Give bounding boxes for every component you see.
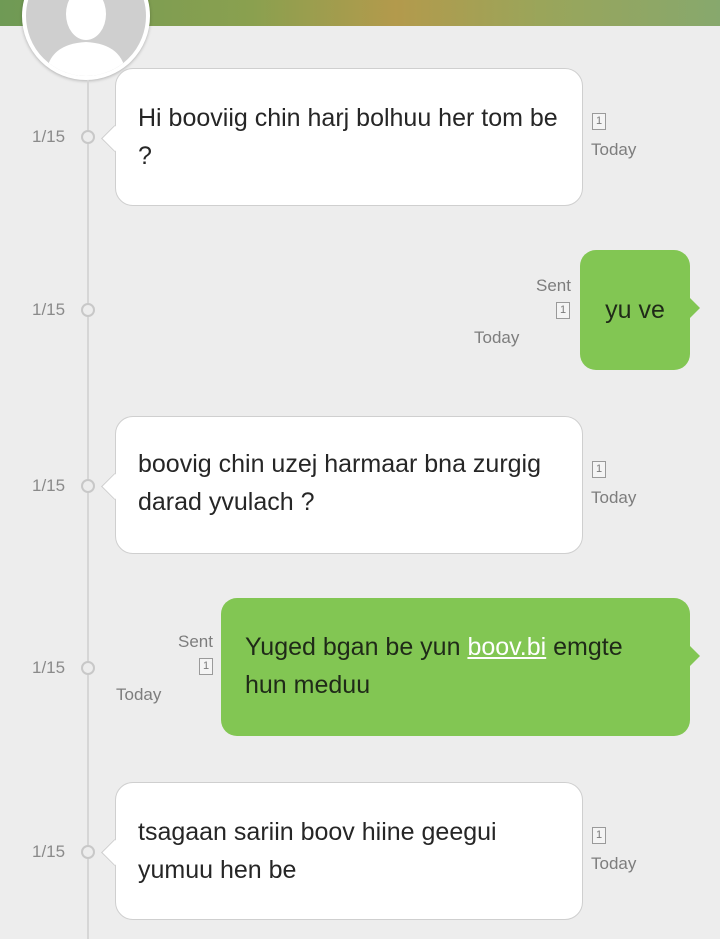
timeline-dot [81,479,95,493]
message-count-badge: 1 [592,827,606,844]
message-count-badge: 1 [592,461,606,478]
outgoing-message-bubble[interactable]: Yuged bgan be yun boov.bi emgte hun medu… [221,598,700,736]
sent-status: Sent [178,632,213,651]
message-count-badge: 1 [199,658,213,675]
message-text: yu ve [605,296,665,324]
message-date: 1/15 [32,658,66,677]
message-text: tsagaan sariin boov hiine geegui yumuu h… [138,818,497,884]
message-count-badge: 1 [556,302,570,319]
sent-status: Sent [536,276,571,295]
message-count-badge: 1 [592,113,606,130]
message-date: 1/15 [32,842,66,861]
message-date: 1/15 [32,476,66,495]
message-link[interactable]: boov.bi [467,633,546,661]
incoming-message-bubble[interactable]: Hi booviig chin harj bolhuu her tom be ? [115,68,583,206]
timeline-dot [81,303,95,317]
incoming-message-bubble[interactable]: boovig chin uzej harmaar bna zurgig dara… [115,416,583,554]
person-silhouette-icon [46,0,126,76]
message-date: 1/15 [32,300,66,319]
message-time: Today [474,328,520,347]
timeline-dot [81,130,95,144]
message-text: Hi booviig chin harj bolhuu her tom be ? [138,104,558,170]
incoming-message-bubble[interactable]: tsagaan sariin boov hiine geegui yumuu h… [115,782,583,920]
timeline-dot [81,661,95,675]
timeline-dot [81,845,95,859]
message-time: Today [591,488,637,507]
message-time: Today [591,140,637,159]
message-text: boovig chin uzej harmaar bna zurgig dara… [138,450,542,516]
message-text-part: Yuged bgan be yun [245,633,468,661]
message-time: Today [116,685,162,704]
outgoing-message-bubble[interactable]: yu ve [580,250,700,370]
message-time: Today [591,854,637,873]
timeline-line [87,80,89,939]
message-date: 1/15 [32,127,66,146]
